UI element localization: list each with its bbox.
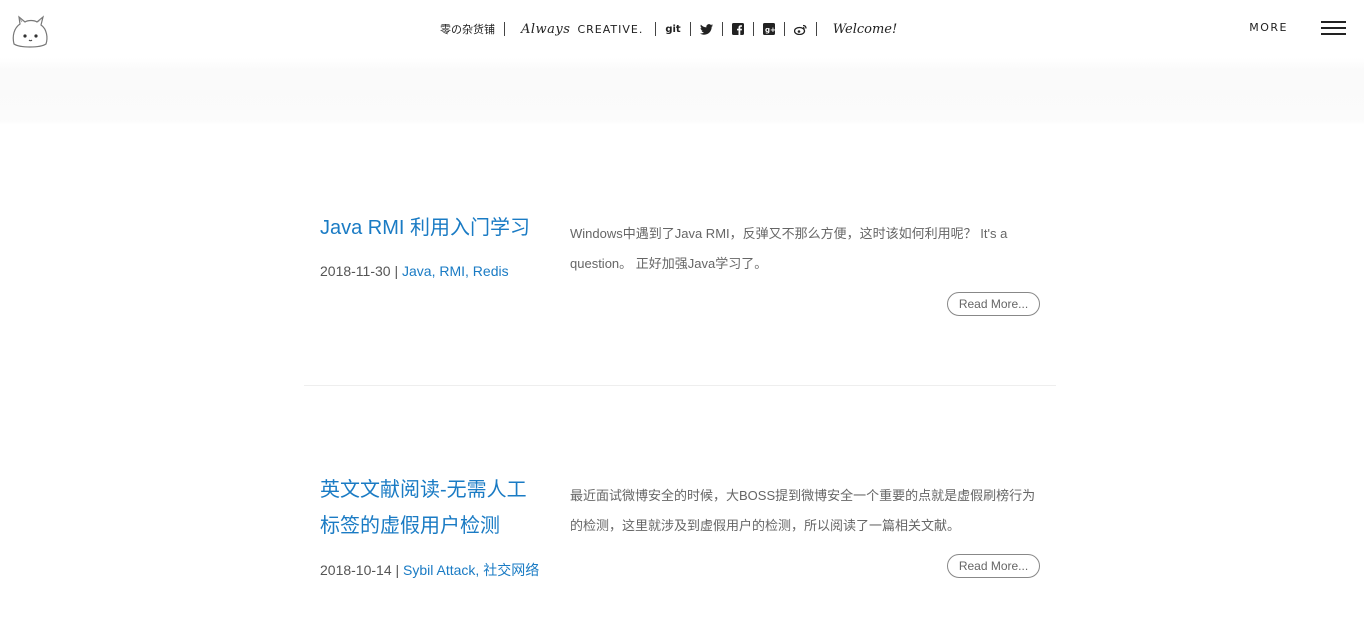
read-more-button[interactable]: Read More... xyxy=(947,292,1040,316)
post-meta: 2018-11-30 | Java, RMI, Redis xyxy=(320,263,509,279)
menu-bar xyxy=(1321,21,1346,23)
slogan-italic: Always xyxy=(521,21,571,37)
welcome-text: Welcome! xyxy=(832,21,898,37)
twitter-icon[interactable] xyxy=(691,18,722,40)
slogan-caps: CREATIVE. xyxy=(577,22,644,36)
more-menu-label[interactable]: MORE xyxy=(1249,21,1288,34)
post-tags[interactable]: Java, RMI, Redis xyxy=(402,263,509,279)
weibo-icon[interactable] xyxy=(785,18,816,40)
cartoon-cat-logo-icon[interactable] xyxy=(10,14,50,50)
facebook-square-icon xyxy=(731,23,744,35)
post-tags[interactable]: Sybil Attack, 社交网络 xyxy=(403,562,539,578)
git-icon-glyph: git xyxy=(665,23,681,35)
menu-bar xyxy=(1321,33,1346,35)
post-excerpt: 最近面试微博安全的时候，大BOSS提到微博安全一个重要的点就是虚假刷榜行为的检测… xyxy=(570,488,1036,533)
menu-bar xyxy=(1321,27,1346,29)
google-plus-square-icon: g+ xyxy=(762,23,775,35)
svg-text:g+: g+ xyxy=(765,26,775,34)
post-title[interactable]: Java RMI 利用入门学习 xyxy=(320,210,540,246)
weibo-logo-icon xyxy=(793,24,807,35)
top-navigation: 零の杂货铺 Always CREATIVE. git g+ Welcome! xyxy=(438,18,906,40)
read-more-button[interactable]: Read More... xyxy=(947,554,1040,578)
git-icon[interactable]: git xyxy=(656,18,689,40)
hamburger-menu-icon[interactable] xyxy=(1321,21,1346,35)
post-date: 2018-10-14 xyxy=(320,562,392,578)
post-date: 2018-11-30 xyxy=(320,263,391,279)
post-title[interactable]: 英文文献阅读-无需人工标签的虚假用户检测 xyxy=(320,472,540,544)
post-excerpt: Windows中遇到了Java RMI，反弹又不那么方便，这时该如何利用呢？ I… xyxy=(570,226,1008,271)
slogan: Always CREATIVE. xyxy=(505,18,655,40)
post-meta: 2018-10-14 | Sybil Attack, 社交网络 xyxy=(320,562,540,578)
google-plus-icon[interactable]: g+ xyxy=(754,18,784,40)
site-name[interactable]: 零の杂货铺 xyxy=(438,18,504,40)
post-divider xyxy=(304,385,1056,386)
facebook-icon[interactable] xyxy=(723,18,753,40)
twitter-bird-icon xyxy=(699,23,713,35)
site-header: 零の杂货铺 Always CREATIVE. git g+ Welcome! M… xyxy=(0,0,1364,125)
